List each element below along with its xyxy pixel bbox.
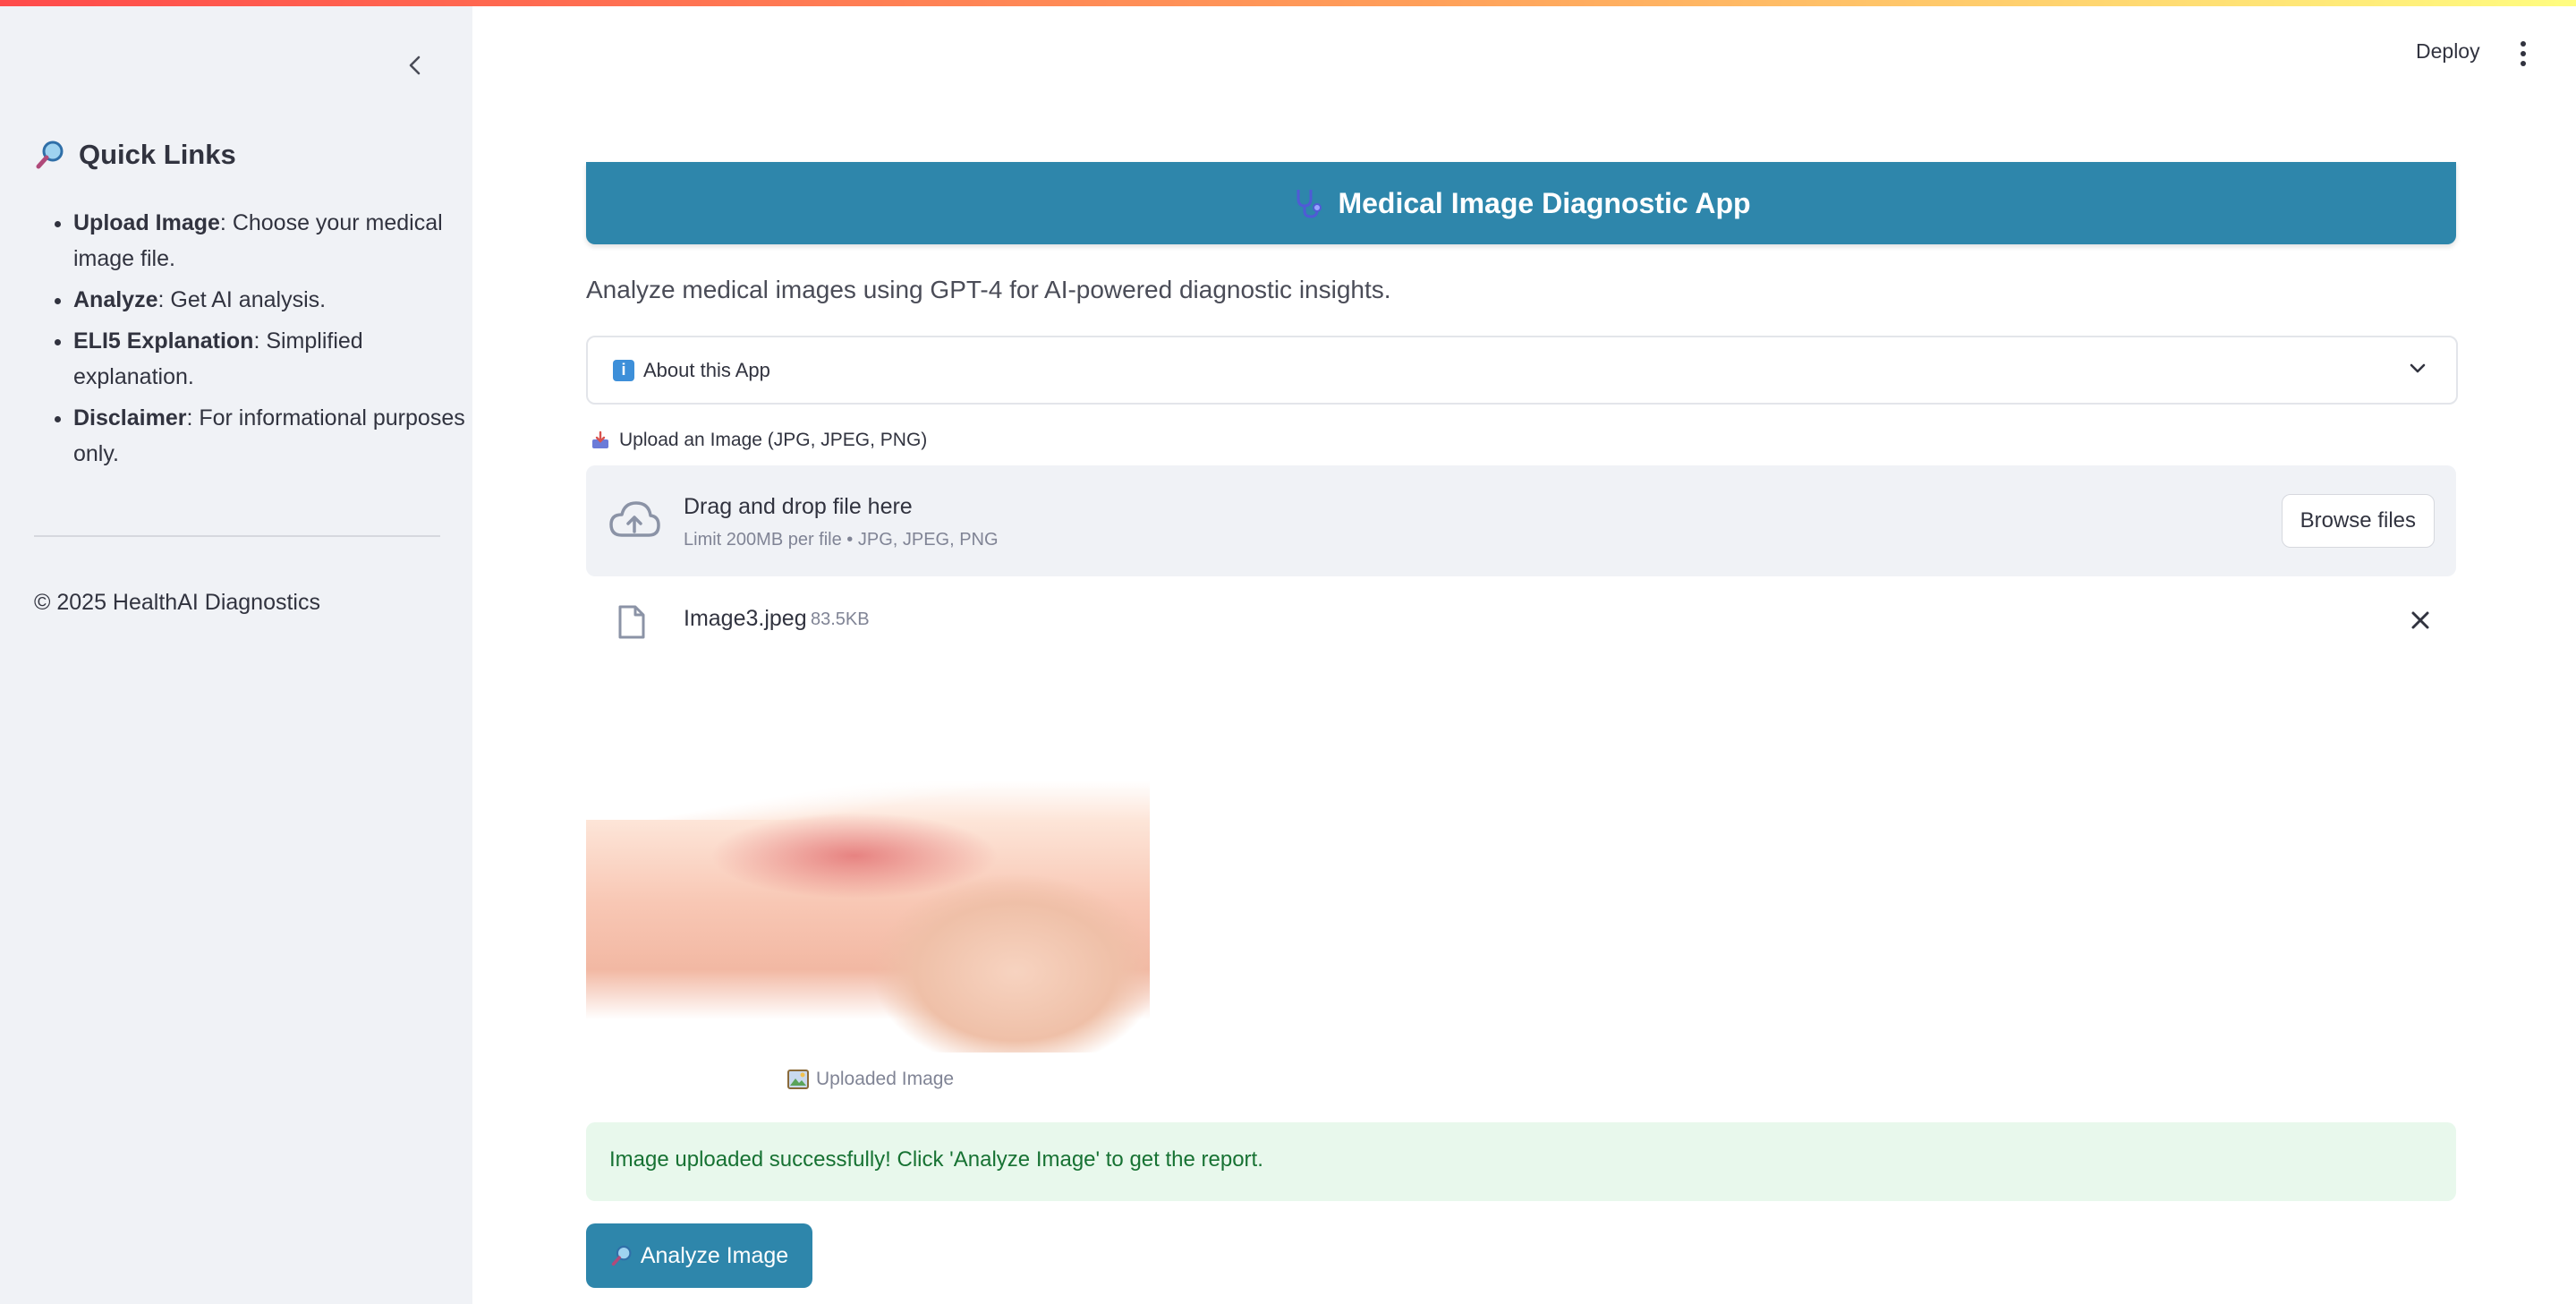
stethoscope-icon	[1297, 190, 1322, 218]
info-icon: i	[613, 359, 634, 381]
kebab-dot	[2521, 61, 2526, 66]
analyze-button-label: Analyze Image	[640, 1242, 789, 1268]
expander-label: About this App	[643, 358, 770, 381]
chevron-down-icon	[2410, 363, 2426, 373]
deploy-button[interactable]: Deploy	[2416, 39, 2480, 64]
success-alert: Image uploaded successfully! Click 'Anal…	[586, 1122, 2456, 1201]
file-dropzone[interactable]: Drag and drop file here Limit 200MB per …	[586, 465, 2456, 576]
list-item-term: Analyze	[73, 287, 158, 312]
list-item: Upload Image: Choose your medical image …	[73, 205, 476, 277]
image-caption: Uploaded Image	[787, 1069, 954, 1090]
page-title-banner: Medical Image Diagnostic App	[586, 162, 2456, 244]
kebab-dot	[2521, 41, 2526, 47]
uploaded-image	[586, 721, 1150, 1053]
file-icon	[618, 605, 645, 639]
image-caption-text: Uploaded Image	[816, 1069, 955, 1089]
list-item-term: Disclaimer	[73, 405, 187, 430]
list-item: Disclaimer: For informational purposes o…	[73, 400, 476, 472]
uploaded-file-row: Image3.jpeg 83.5KB	[586, 595, 2456, 649]
sidebar-divider	[34, 535, 440, 537]
cloud-upload-icon	[609, 501, 660, 537]
file-size: 83.5KB	[811, 609, 870, 629]
list-item-desc: : Get AI analysis.	[157, 287, 327, 312]
list-item: ELI5 Explanation: Simplified explanation…	[73, 323, 476, 395]
page-subtitle: Analyze medical images using GPT-4 for A…	[586, 276, 1391, 303]
about-expander[interactable]: i About this App	[586, 336, 2458, 405]
list-item-term: ELI5 Explanation	[73, 328, 254, 354]
magnifier-icon	[611, 1245, 632, 1266]
sidebar-footer: © 2025 HealthAI Diagnostics	[34, 590, 320, 615]
inbox-tray-icon	[592, 430, 608, 448]
list-item: Analyze: Get AI analysis.	[73, 282, 476, 318]
browse-files-button[interactable]: Browse files	[2281, 494, 2435, 548]
uploader-label-text: Upload an Image (JPG, JPEG, PNG)	[619, 430, 928, 450]
kebab-dot	[2521, 51, 2526, 56]
top-decoration-bar	[0, 0, 2576, 6]
list-item-term: Upload Image	[73, 210, 220, 235]
chevron-left-icon	[409, 55, 421, 75]
main-menu-button[interactable]	[2511, 36, 2536, 72]
collapse-sidebar-button[interactable]	[399, 49, 431, 81]
image-hand-shape	[854, 874, 1150, 1053]
analyze-image-button[interactable]: Analyze Image	[586, 1223, 812, 1288]
file-name: Image3.jpeg	[684, 606, 807, 631]
picture-icon	[787, 1070, 809, 1089]
sidebar-heading-text: Quick Links	[79, 139, 236, 170]
dropzone-limit: Limit 200MB per file • JPG, JPEG, PNG	[684, 530, 999, 550]
image-background	[586, 721, 1150, 820]
uploader-label: Upload an Image (JPG, JPEG, PNG)	[591, 430, 927, 451]
quick-links-list: Upload Image: Choose your medical image …	[34, 205, 476, 477]
magnifier-icon	[36, 141, 64, 169]
sidebar: Quick Links Upload Image: Choose your me…	[0, 6, 472, 1304]
sidebar-heading: Quick Links	[34, 139, 236, 171]
success-message: Image uploaded successfully! Click 'Anal…	[609, 1147, 1263, 1172]
page-title: Medical Image Diagnostic App	[1338, 186, 1751, 219]
dropzone-title: Drag and drop file here	[684, 494, 913, 519]
close-icon[interactable]	[2408, 608, 2433, 633]
